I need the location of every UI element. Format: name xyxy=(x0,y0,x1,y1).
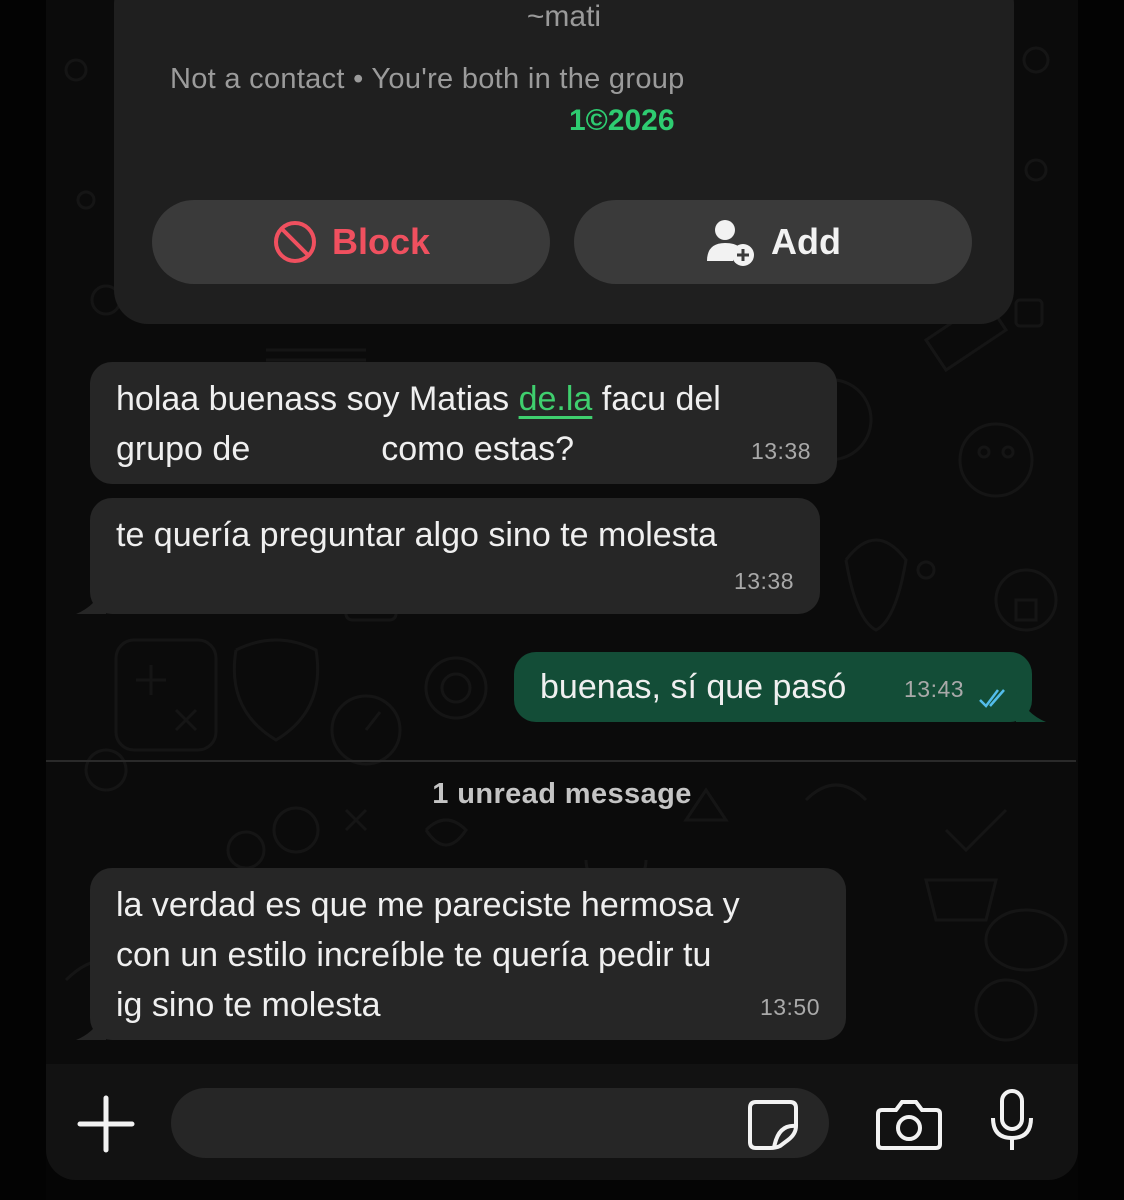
double-check-icon xyxy=(979,689,1005,708)
plus-icon[interactable] xyxy=(76,1094,136,1154)
message-text-part: grupo de xyxy=(116,430,251,468)
message-time: 13:38 xyxy=(750,438,811,464)
message-time: 13:43 xyxy=(904,676,965,702)
block-icon xyxy=(273,221,316,263)
message-bubble-incoming[interactable]: holaa buenass soy Matias de.la facu del … xyxy=(90,362,837,484)
bubble-tail xyxy=(1016,692,1046,722)
block-label: Block xyxy=(331,221,431,262)
contact-info-card: ~mati Not a contact • You're both in the… xyxy=(114,0,1014,324)
message-text: con un estilo increíble te quería pedir … xyxy=(116,936,712,974)
add-person-icon xyxy=(707,220,754,266)
unread-divider-line xyxy=(46,760,1076,762)
camera-icon[interactable] xyxy=(876,1096,942,1152)
message-text: la verdad es que me pareciste hermosa y xyxy=(116,886,740,924)
message-text: holaa buenass soy Matias de.la facu del xyxy=(116,374,811,424)
composer-bar xyxy=(46,1064,1078,1180)
message-time: 13:50 xyxy=(759,994,820,1020)
contact-status: Not a contact • You're both in the group xyxy=(170,63,685,95)
message-text: te quería preguntar algo sino te molesta xyxy=(116,516,718,554)
message-text: grupo de como estas? xyxy=(116,424,811,474)
bubble-tail xyxy=(76,1010,106,1040)
contact-name: ~mati xyxy=(526,0,602,33)
chat-screen: ~mati Not a contact • You're both in the… xyxy=(46,0,1078,1180)
message-bubble-incoming[interactable]: la verdad es que me pareciste hermosa y … xyxy=(76,868,846,1040)
right-edge xyxy=(1078,0,1124,1200)
microphone-icon[interactable] xyxy=(988,1088,1036,1154)
message-text-part: como estas? xyxy=(381,430,574,468)
message-text-part: holaa buenass soy Matias xyxy=(116,380,519,418)
sticker-icon[interactable] xyxy=(746,1098,800,1152)
message-input[interactable] xyxy=(171,1088,829,1158)
message-time: 13:38 xyxy=(733,568,794,594)
add-label: Add xyxy=(771,221,841,262)
message-link[interactable]: de.la xyxy=(519,380,593,418)
block-button[interactable]: Block xyxy=(152,200,550,284)
unread-message-label: 1 unread message xyxy=(432,778,692,810)
bubble-tail xyxy=(76,584,106,614)
message-text: ig sino te molesta xyxy=(116,986,381,1024)
message-text-part: facu del xyxy=(592,380,721,418)
add-contact-button[interactable]: Add xyxy=(574,200,972,284)
left-edge xyxy=(0,0,46,1200)
message-bubble-incoming[interactable]: te quería preguntar algo sino te molesta… xyxy=(76,498,820,614)
message-bubble-outgoing[interactable]: buenas, sí que pasó 13:43 xyxy=(514,652,1046,722)
group-name[interactable]: 1©2026 xyxy=(569,104,675,138)
